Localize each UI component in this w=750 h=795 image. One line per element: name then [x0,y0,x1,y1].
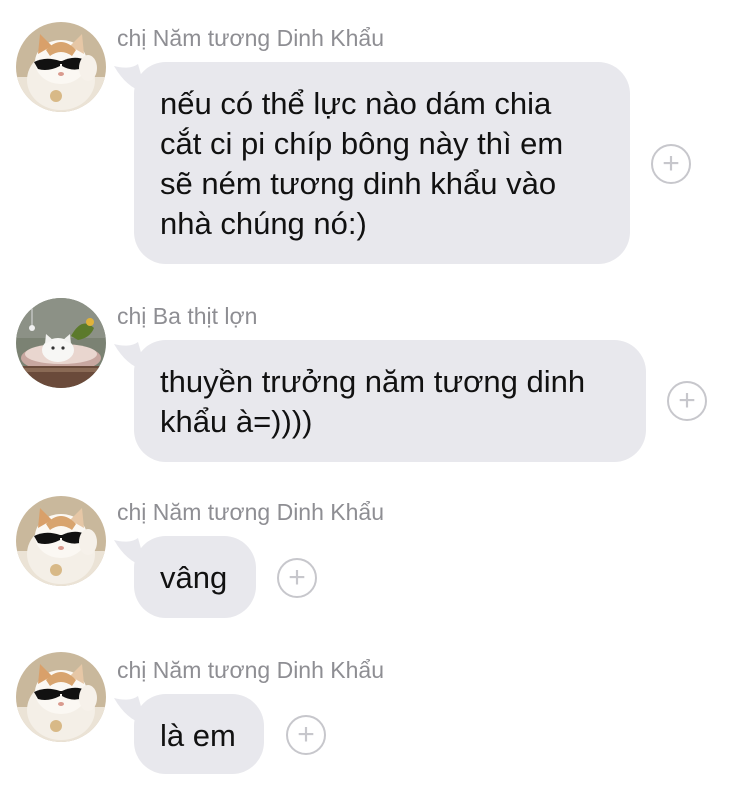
message-bubble[interactable]: là em [134,694,264,774]
sender-name: chị Năm tương Dinh Khẩu [117,657,384,683]
plus-icon: + [297,718,315,751]
message-row: chị Năm tương Dinh Khẩu là em + [0,0,750,795]
cool-cat-sunglasses-avatar[interactable] [16,652,106,742]
message-line: là em [160,718,236,753]
add-reaction-button[interactable]: + [286,715,326,755]
